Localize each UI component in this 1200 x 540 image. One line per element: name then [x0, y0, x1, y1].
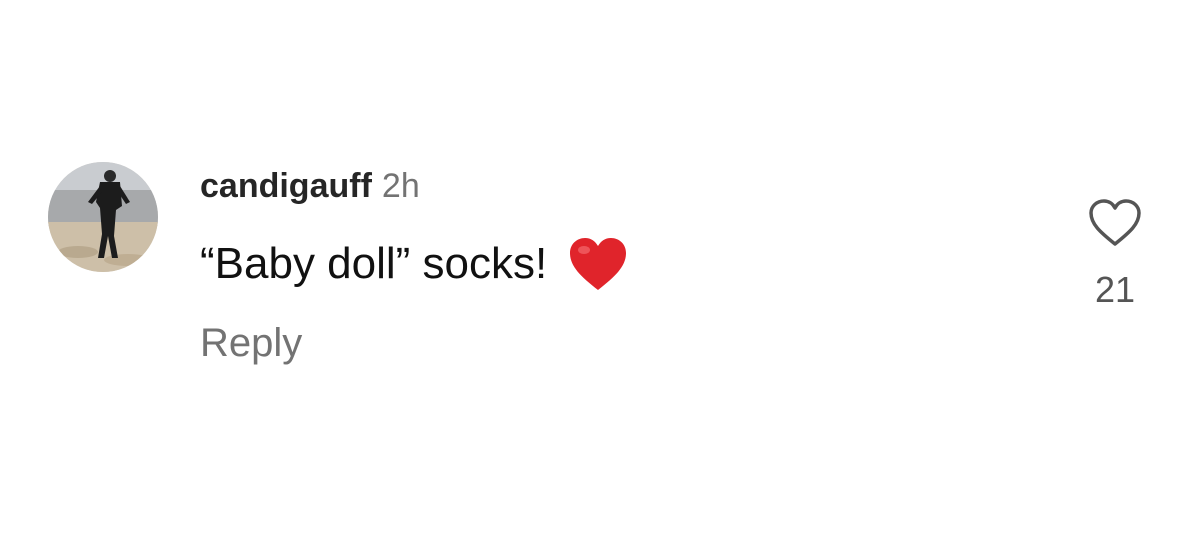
comment-body: “Baby doll” socks!: [200, 234, 628, 294]
heart-outline-icon[interactable]: [1088, 198, 1142, 248]
comment-item: candigauff 2h “Baby doll” socks! Reply 21: [0, 0, 1200, 540]
avatar[interactable]: [48, 162, 158, 272]
red-heart-emoji-icon: [569, 238, 626, 290]
timestamp: 2h: [381, 167, 420, 205]
comment-text: “Baby doll” socks!: [200, 239, 548, 288]
like-section: 21: [1080, 198, 1150, 318]
reply-button[interactable]: Reply: [200, 318, 302, 368]
username[interactable]: candigauff: [200, 167, 372, 205]
like-count: 21: [1094, 269, 1136, 310]
avatar-photo: [48, 162, 158, 272]
comment-header: candigauff 2h: [200, 166, 420, 206]
